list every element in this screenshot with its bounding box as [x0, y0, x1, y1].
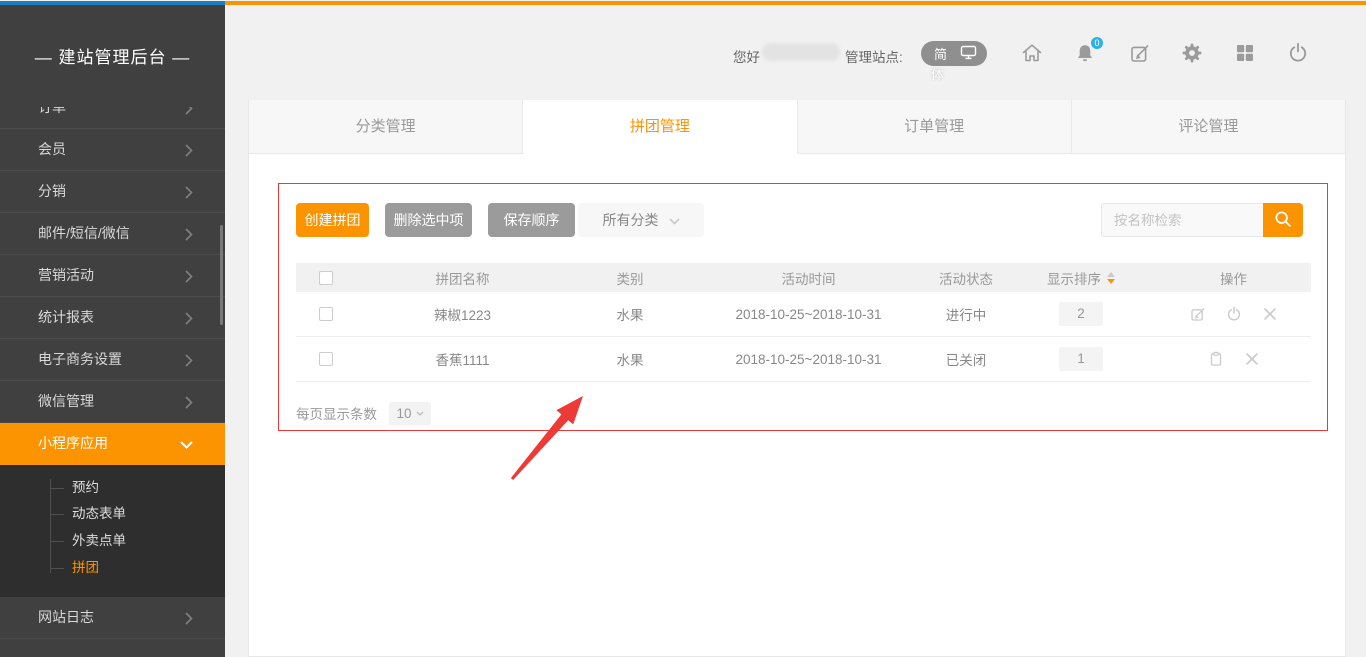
edit-icon[interactable]	[1128, 41, 1152, 65]
chevron-right-icon	[185, 312, 193, 325]
page-size-select[interactable]: 10	[389, 402, 431, 425]
chevron-right-icon	[185, 270, 193, 283]
sidebar-item-mail-sms-wechat[interactable]: 邮件/短信/微信	[0, 213, 225, 255]
monitor-icon	[960, 45, 977, 63]
select-all-checkbox[interactable]	[319, 271, 333, 285]
content-panel: 分类管理 拼团管理 订单管理 评论管理 创建拼团 删除选中项 保存顺序 所有分类	[248, 100, 1346, 657]
tab-bar: 分类管理 拼团管理 订单管理 评论管理	[249, 100, 1345, 154]
delete-x-icon[interactable]	[1243, 350, 1261, 368]
tree-line	[50, 479, 51, 573]
top-strip-orange	[225, 1, 1366, 5]
language-label: 简	[934, 44, 947, 63]
sidebar-item-distribution[interactable]: 分销	[0, 171, 225, 213]
copy-clipboard-icon[interactable]	[1207, 350, 1225, 368]
groupbuy-table: 拼团名称 类别 活动时间 活动状态 显示排序 操作 辣椒1223 水果 2018…	[296, 263, 1311, 382]
chevron-right-icon	[185, 228, 193, 241]
delete-selected-button[interactable]: 删除选中项	[385, 203, 472, 237]
submenu-item-group-buy[interactable]: 拼团	[72, 558, 99, 578]
chevron-right-icon	[185, 354, 193, 367]
submenu-item-booking[interactable]: 预约	[72, 478, 99, 498]
header-status: 活动状态	[926, 268, 1006, 288]
language-selector[interactable]: 简	[921, 41, 987, 66]
tab-order-management[interactable]: 订单管理	[798, 100, 1072, 154]
sort-order-input[interactable]: 1	[1059, 347, 1103, 371]
row-status: 已关闭	[926, 349, 1006, 369]
header-actions: 操作	[1156, 268, 1311, 288]
search-icon	[1273, 209, 1293, 232]
sidebar-item-orders[interactable]: 订单	[0, 87, 225, 129]
power-icon[interactable]	[1286, 41, 1310, 65]
site-label: 管理站点:	[845, 46, 903, 66]
username-redacted	[762, 43, 840, 61]
chevron-right-icon	[185, 144, 193, 157]
table-row: 香蕉1111 水果 2018-10-25~2018-10-31 已关闭 1	[296, 337, 1311, 382]
admin-backend-page: — 建站管理后台 — 订单 会员 分销 邮件/短信/微信 营销活动	[0, 0, 1366, 657]
sidebar-menu: 订单 会员 分销 邮件/短信/微信 营销活动 统计报表	[0, 87, 225, 657]
delete-x-icon[interactable]	[1261, 305, 1279, 323]
header-time: 活动时间	[691, 268, 926, 288]
header-name: 拼团名称	[356, 268, 569, 288]
row-time: 2018-10-25~2018-10-31	[691, 307, 926, 322]
home-icon[interactable]	[1020, 41, 1044, 65]
row-time: 2018-10-25~2018-10-31	[691, 352, 926, 367]
bell-icon[interactable]: 0	[1073, 41, 1097, 65]
tab-groupbuy-management[interactable]: 拼团管理	[523, 100, 797, 154]
chevron-right-icon	[185, 612, 193, 625]
sort-order-input[interactable]: 2	[1059, 302, 1103, 326]
row-checkbox[interactable]	[319, 307, 333, 321]
search-input[interactable]	[1101, 203, 1263, 237]
sidebar-item-statistics[interactable]: 统计报表	[0, 297, 225, 339]
apps-grid-icon[interactable]	[1233, 41, 1257, 65]
edit-icon[interactable]	[1189, 305, 1207, 323]
row-status: 进行中	[926, 304, 1006, 324]
sidebar-item-ecommerce-settings[interactable]: 电子商务设置	[0, 339, 225, 381]
pagination: 每页显示条数 10	[296, 400, 431, 426]
row-name: 香蕉1111	[356, 349, 569, 369]
sidebar-item-miniprogram-apps[interactable]: 小程序应用	[0, 423, 225, 465]
notification-badge: 0	[1090, 36, 1104, 50]
save-order-button[interactable]: 保存顺序	[488, 203, 575, 237]
chevron-down-icon	[180, 441, 193, 449]
annotation-red-box: 创建拼团 删除选中项 保存顺序 所有分类 拼团名称 类别 活动时间	[278, 183, 1328, 431]
sidebar-item-wechat-management[interactable]: 微信管理	[0, 381, 225, 423]
row-name: 辣椒1223	[356, 304, 569, 324]
row-checkbox[interactable]	[319, 352, 333, 366]
miniprogram-submenu: 预约 动态表单 外卖点单 拼团	[0, 465, 225, 597]
power-toggle-icon[interactable]	[1225, 305, 1243, 323]
row-category: 水果	[569, 349, 691, 369]
app-title: — 建站管理后台 —	[0, 43, 225, 68]
tab-comment-management[interactable]: 评论管理	[1072, 100, 1345, 154]
tab-category-management[interactable]: 分类管理	[249, 100, 523, 154]
sort-toggle-icon[interactable]	[1107, 272, 1115, 284]
header-category: 类别	[569, 268, 691, 288]
page-size-label: 每页显示条数	[296, 403, 377, 423]
sidebar: — 建站管理后台 — 订单 会员 分销 邮件/短信/微信 营销活动	[0, 5, 225, 657]
submenu-item-takeout[interactable]: 外卖点单	[72, 531, 126, 551]
chevron-right-icon	[185, 186, 193, 199]
sidebar-item-members[interactable]: 会员	[0, 129, 225, 171]
language-overflow-text: 体	[931, 64, 944, 83]
table-row: 辣椒1223 水果 2018-10-25~2018-10-31 进行中 2	[296, 292, 1311, 337]
create-groupbuy-button[interactable]: 创建拼团	[296, 203, 369, 237]
submenu-item-dynamic-forms[interactable]: 动态表单	[72, 504, 126, 524]
table-header: 拼团名称 类别 活动时间 活动状态 显示排序 操作	[296, 263, 1311, 292]
greeting-text: 您好	[733, 46, 760, 66]
gear-icon[interactable]	[1180, 41, 1204, 65]
sidebar-item-marketing[interactable]: 营销活动	[0, 255, 225, 297]
chevron-right-icon	[185, 396, 193, 409]
row-category: 水果	[569, 304, 691, 324]
search-bar	[1101, 203, 1303, 237]
chevron-right-icon	[185, 102, 193, 115]
header-sort: 显示排序	[1006, 268, 1156, 288]
sidebar-scrollbar[interactable]	[220, 225, 223, 325]
sidebar-item-site-logs[interactable]: 网站日志	[0, 597, 225, 639]
search-button[interactable]	[1263, 203, 1303, 237]
category-filter-select[interactable]: 所有分类	[578, 203, 704, 237]
chevron-down-icon	[416, 411, 424, 416]
chevron-down-icon	[669, 212, 680, 228]
